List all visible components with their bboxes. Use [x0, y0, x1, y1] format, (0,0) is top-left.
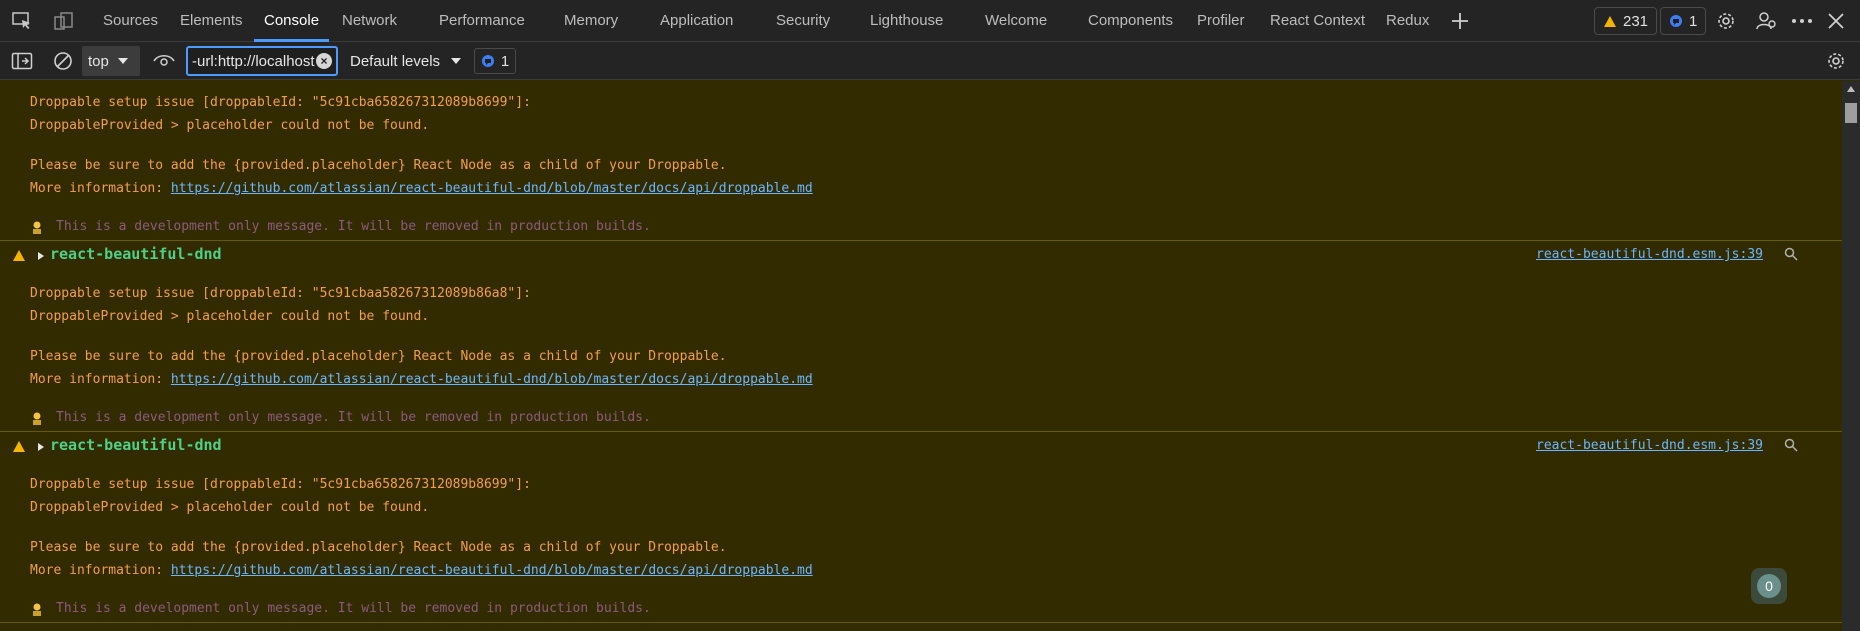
inspect-element-icon[interactable] [4, 0, 40, 42]
more-options-icon[interactable] [1784, 0, 1820, 42]
more-info-prefix: More information: [30, 181, 171, 196]
expand-triangle-icon[interactable] [37, 442, 45, 452]
floating-counter-value: 0 [1757, 574, 1781, 598]
console-messages: Droppable setup issue [droppableId: "5c9… [0, 81, 1842, 631]
message-separator [0, 622, 1842, 623]
docs-link[interactable]: https://github.com/atlassian/react-beaut… [171, 563, 813, 578]
tab-network[interactable]: Network [342, 0, 397, 42]
dev-note: This is a development only message. It w… [56, 219, 651, 234]
toolbar-issues-count: 1 [500, 52, 510, 70]
tab-welcome[interactable]: Welcome [985, 0, 1047, 42]
developer-icon [30, 411, 44, 429]
message-line: More information: https://github.com/atl… [30, 181, 813, 196]
warning-icon [13, 441, 25, 452]
message-line: Droppable setup issue [droppableId: "5c9… [30, 95, 531, 110]
group-name: react-beautiful-dnd [50, 245, 222, 263]
filter-input[interactable]: -url:http://localhost × [186, 46, 338, 76]
live-expression-eye-icon[interactable] [150, 42, 178, 80]
scroll-thumb[interactable] [1845, 103, 1857, 123]
more-info-prefix: More information: [30, 563, 171, 578]
clear-filter-icon[interactable]: × [316, 53, 332, 69]
scroll-up-arrow-icon[interactable] [1846, 85, 1856, 93]
message-line: More information: https://github.com/atl… [30, 563, 813, 578]
tab-elements[interactable]: Elements [180, 0, 243, 42]
tab-profiler[interactable]: Profiler [1197, 0, 1245, 42]
user-settings-icon[interactable] [1748, 0, 1784, 42]
message-line: DroppableProvided > placeholder could no… [30, 309, 430, 324]
log-levels-dropdown[interactable]: Default levels [350, 46, 462, 76]
devtools-tab-bar: Sources Elements Console Network Perform… [0, 0, 1860, 42]
tab-security[interactable]: Security [776, 0, 830, 42]
filter-value: -url:http://localhost [192, 52, 315, 70]
expand-triangle-icon[interactable] [37, 251, 45, 261]
message-line: Please be sure to add the {provided.plac… [30, 349, 727, 364]
docs-link[interactable]: https://github.com/atlassian/react-beaut… [171, 181, 813, 196]
warnings-badge[interactable]: 231 [1594, 7, 1658, 35]
tab-sources[interactable]: Sources [103, 0, 158, 42]
message-header[interactable]: react-beautiful-dnd react-beautiful-dnd.… [0, 245, 1842, 267]
magnifier-icon[interactable] [1784, 247, 1798, 261]
tab-react-context[interactable]: React Context [1270, 0, 1365, 42]
close-icon[interactable] [1818, 0, 1854, 42]
tab-application[interactable]: Application [660, 0, 733, 42]
clear-console-icon[interactable] [48, 42, 78, 80]
warning-icon [1604, 15, 1616, 27]
context-selector[interactable]: top [82, 46, 140, 76]
console-scrollbar[interactable] [1842, 81, 1860, 631]
message-line: DroppableProvided > placeholder could no… [30, 500, 430, 515]
issues-badge[interactable]: 1 [1660, 7, 1707, 35]
sidebar-toggle-icon[interactable] [8, 42, 36, 80]
message-header[interactable]: react-beautiful-dnd react-beautiful-dnd.… [0, 436, 1842, 458]
message-line: Please be sure to add the {provided.plac… [30, 540, 727, 555]
console-message: react-beautiful-dnd react-beautiful-dnd.… [0, 241, 1842, 432]
source-link[interactable]: react-beautiful-dnd.esm.js:39 [1536, 438, 1763, 453]
issues-button[interactable]: 1 [474, 48, 516, 74]
console-toolbar: top -url:http://localhost × Default leve… [0, 42, 1860, 80]
dev-note: This is a development only message. It w… [56, 410, 651, 425]
message-line: More information: https://github.com/atl… [30, 372, 813, 387]
issues-count: 1 [1689, 12, 1698, 30]
magnifier-icon[interactable] [1784, 438, 1798, 452]
developer-icon [30, 220, 44, 238]
group-name: react-beautiful-dnd [50, 436, 222, 454]
console-message: Droppable setup issue [droppableId: "5c9… [0, 81, 1842, 241]
issue-icon [481, 55, 494, 67]
warnings-count: 231 [1623, 12, 1649, 30]
tab-memory[interactable]: Memory [564, 0, 618, 42]
source-link[interactable]: react-beautiful-dnd.esm.js:39 [1536, 247, 1763, 262]
warning-icon [13, 250, 25, 261]
device-emulation-icon[interactable] [46, 0, 82, 42]
tab-console[interactable]: Console [253, 0, 330, 42]
floating-counter-button[interactable]: 0 [1751, 568, 1787, 604]
issue-icon [1670, 15, 1682, 27]
log-levels-label: Default levels [350, 52, 441, 70]
message-line: Droppable setup issue [droppableId: "5c9… [30, 477, 531, 492]
developer-icon [30, 602, 44, 620]
docs-link[interactable]: https://github.com/atlassian/react-beaut… [171, 372, 813, 387]
tab-redux[interactable]: Redux [1386, 0, 1429, 42]
add-tab-icon[interactable] [1442, 0, 1478, 42]
message-line: Please be sure to add the {provided.plac… [30, 158, 727, 173]
tab-performance[interactable]: Performance [439, 0, 525, 42]
message-line: Droppable setup issue [droppableId: "5c9… [30, 286, 531, 301]
tab-components[interactable]: Components [1088, 0, 1173, 42]
console-settings-gear-icon[interactable] [1824, 42, 1848, 80]
console-message: react-beautiful-dnd react-beautiful-dnd.… [0, 432, 1842, 623]
chevron-down-icon [451, 58, 462, 64]
context-value: top [88, 52, 109, 70]
chevron-down-icon [117, 58, 128, 64]
more-info-prefix: More information: [30, 372, 171, 387]
message-line: DroppableProvided > placeholder could no… [30, 118, 430, 133]
tab-lighthouse[interactable]: Lighthouse [870, 0, 943, 42]
dev-note: This is a development only message. It w… [56, 601, 651, 616]
settings-gear-icon[interactable] [1708, 0, 1744, 42]
